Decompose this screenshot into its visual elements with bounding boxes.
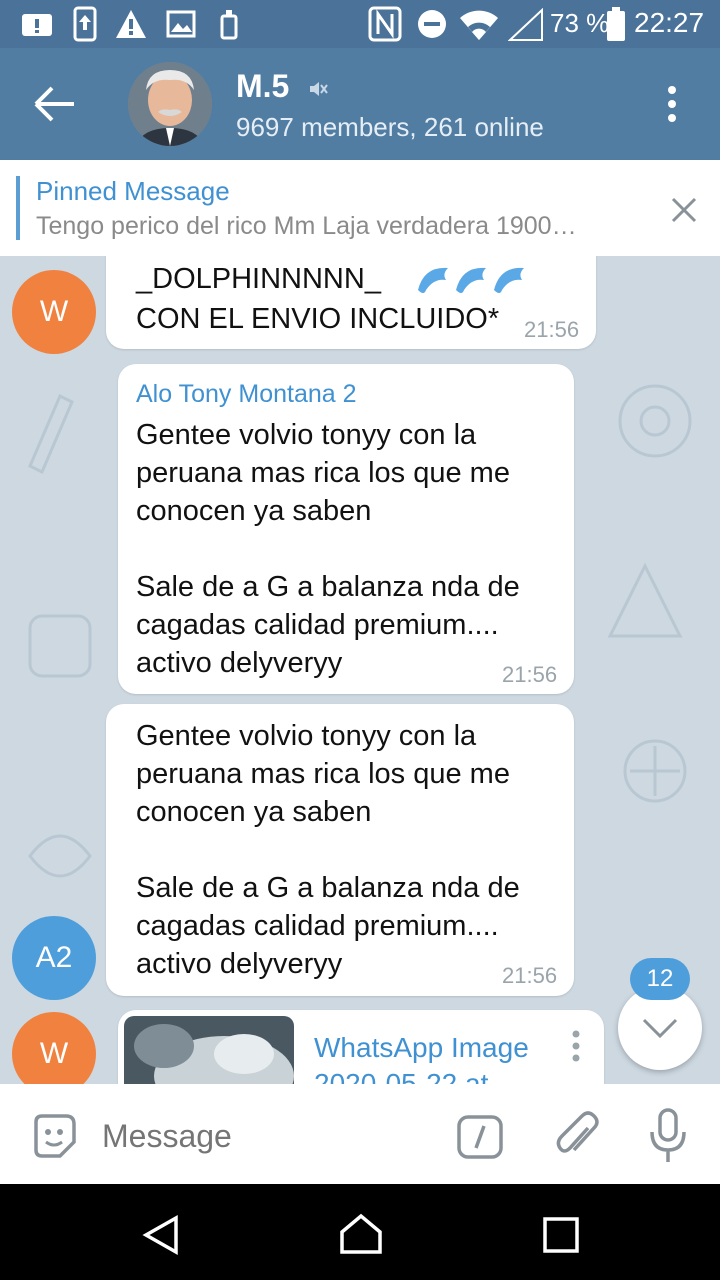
nav-recents-icon[interactable] (542, 1216, 580, 1254)
close-icon[interactable] (668, 194, 700, 226)
background-doodle (607, 562, 683, 638)
group-avatar[interactable] (128, 62, 212, 146)
image-thumbnail[interactable] (124, 1016, 294, 1084)
message-notification-icon (22, 14, 52, 36)
group-avatar-photo (128, 62, 212, 146)
avatar[interactable]: W (12, 1012, 96, 1084)
pinned-title: Pinned Message (36, 176, 230, 206)
sender-name[interactable]: Alo Tony Montana 2 (136, 380, 357, 409)
more-vertical-icon[interactable] (660, 84, 684, 124)
nav-back-icon[interactable] (140, 1214, 180, 1256)
chat-header: M.5 9697 members, 261 online (0, 48, 720, 160)
message-time: 21:56 (502, 662, 558, 687)
file-title[interactable]: WhatsApp Image (314, 1032, 529, 1064)
nfc-icon (368, 6, 402, 42)
message-text: Gentee volvio tonyy con la peruana mas r… (136, 720, 520, 980)
avatar[interactable]: W (12, 270, 96, 354)
message-time: 21:56 (524, 317, 580, 342)
upload-notification-icon (73, 6, 97, 42)
status-bar: 73 % 22:27 (0, 0, 720, 48)
device-icon (220, 10, 238, 40)
message-text: CON EL ENVIO INCLUIDO* (136, 303, 500, 335)
message-text: _DOLPHINNNNN_ (136, 263, 389, 295)
clock: 22:27 (634, 7, 705, 38)
pinned-accent-bar (16, 176, 20, 240)
sticker-icon[interactable] (30, 1112, 78, 1160)
message-time: 21:56 (502, 963, 558, 988)
file-subtitle: 2020-05-22 at (314, 1068, 489, 1084)
pinned-message-bar[interactable]: Pinned Message Tengo perico del rico Mm … (0, 160, 720, 256)
chevron-down-icon (642, 1018, 678, 1039)
unread-badge: 12 (630, 958, 690, 1000)
background-doodle (623, 739, 687, 803)
muted-icon (310, 82, 328, 96)
file-menu-icon[interactable] (566, 1028, 586, 1068)
chat-title[interactable]: M.5 (236, 68, 289, 105)
do-not-disturb-icon (418, 10, 446, 38)
background-doodle (28, 393, 74, 475)
message-input[interactable] (100, 1108, 434, 1164)
android-navigation-bar (0, 1184, 720, 1280)
attach-icon[interactable] (554, 1110, 600, 1162)
chat-area[interactable]: _DOLPHINNNNN_ CON EL ENVIO INCLUIDO* 21:… (0, 256, 720, 1084)
message-input-bar (0, 1084, 720, 1184)
dolphin-emoji-icon (418, 267, 524, 293)
nav-home-icon[interactable] (338, 1212, 384, 1256)
message-text: Gentee volvio tonyy con la peruana mas r… (136, 419, 520, 679)
battery-icon (607, 7, 625, 41)
wifi-icon (460, 10, 498, 40)
background-doodle (618, 384, 692, 458)
battery-percent: 73 % (550, 8, 610, 38)
member-count: 9697 members, 261 online (236, 112, 544, 142)
microphone-icon[interactable] (648, 1108, 688, 1164)
background-doodle (28, 834, 92, 878)
avatar[interactable]: A2 (12, 916, 96, 1000)
image-notification-icon (166, 10, 196, 38)
signal-icon (508, 8, 543, 41)
bot-command-icon[interactable] (456, 1114, 504, 1160)
pinned-text: Tengo perico del rico Mm Laja verdadera … (36, 212, 577, 240)
warning-icon (116, 10, 146, 38)
back-arrow-icon[interactable] (30, 84, 80, 124)
background-doodle (28, 614, 92, 678)
